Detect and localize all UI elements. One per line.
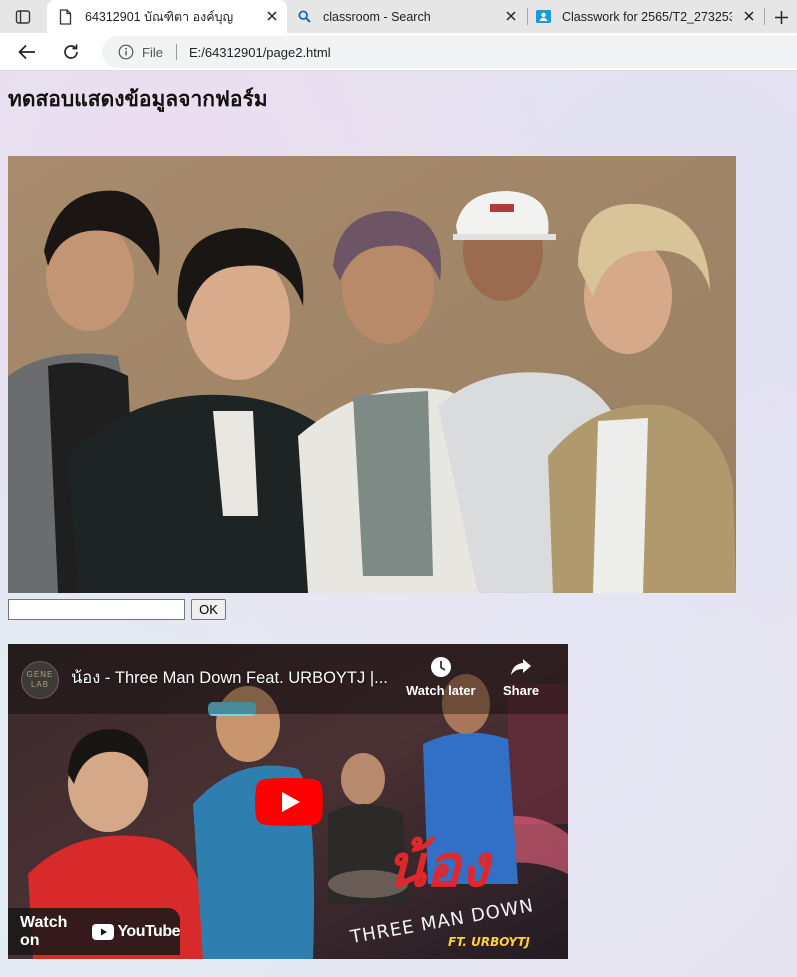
sidebar-toggle-icon[interactable]: [12, 6, 34, 28]
youtube-play-icon: [92, 923, 115, 940]
clock-icon: [430, 657, 451, 677]
tab-title: 64312901 บัณฑิตา องค์บุญ: [85, 9, 234, 24]
tab-title: classroom - Search: [323, 9, 431, 24]
text-input[interactable]: [8, 599, 185, 620]
close-tab-icon[interactable]: [742, 9, 756, 23]
browser-toolbar: File E:/64312901/page2.html: [0, 33, 797, 71]
share-label: Share: [503, 683, 540, 698]
channel-logo-line1: GENE: [26, 670, 54, 679]
page-content: ทดสอบแสดงข้อมูลจากฟอร์ม OK น้อง THREE MA…: [0, 71, 797, 977]
new-tab-icon[interactable]: [770, 6, 792, 28]
url-text[interactable]: E:/64312901/page2.html: [189, 45, 331, 60]
share-button[interactable]: Share: [503, 656, 539, 698]
close-tab-icon[interactable]: [265, 9, 279, 23]
watch-on-youtube-button[interactable]: Watch on YouTube: [8, 908, 180, 955]
tab-separator: [764, 8, 765, 25]
band-photo: [8, 156, 736, 593]
close-tab-icon[interactable]: [504, 9, 518, 23]
play-icon: [255, 778, 323, 826]
share-arrow-icon: [511, 659, 532, 675]
play-button[interactable]: [255, 778, 323, 826]
channel-logo[interactable]: GENE LAB: [21, 661, 59, 699]
youtube-logo: YouTube: [92, 923, 180, 941]
watch-later-label: Watch later: [406, 683, 476, 698]
channel-logo-line2: LAB: [30, 680, 50, 689]
document-icon: [59, 8, 75, 25]
page-heading: ทดสอบแสดงข้อมูลจากฟอร์ม: [8, 87, 268, 111]
tab-page2[interactable]: 64312901 บัณฑิตา องค์บุญ: [47, 0, 287, 33]
refresh-icon[interactable]: [59, 40, 83, 64]
scheme-label: File: [142, 44, 163, 60]
watch-later-button[interactable]: Watch later: [406, 656, 476, 698]
ok-button[interactable]: OK: [191, 599, 226, 620]
info-icon[interactable]: [118, 44, 134, 60]
tab-title: Classwork for 2565/T2_273253_Ir: [562, 9, 732, 24]
youtube-label: YouTube: [117, 922, 180, 940]
thumb-feat-art: FT. URBOYTJ: [448, 935, 530, 949]
tab-classroom-search[interactable]: classroom - Search: [288, 0, 526, 33]
youtube-embed[interactable]: น้อง THREE MAN DOWN FT. URBOYTJ GENE LAB…: [8, 644, 568, 959]
address-bar[interactable]: File E:/64312901/page2.html: [102, 36, 797, 68]
classroom-icon: [536, 9, 552, 24]
tab-classwork[interactable]: Classwork for 2565/T2_273253_Ir: [528, 0, 764, 33]
tab-strip: 64312901 บัณฑิตา องค์บุญ classroom - Sea…: [0, 0, 797, 33]
back-arrow-icon[interactable]: [15, 40, 39, 64]
address-divider: [175, 44, 177, 60]
thumb-title-art: น้อง: [386, 832, 493, 900]
video-title[interactable]: น้อง - Three Man Down Feat. URBOYTJ |...: [71, 665, 388, 691]
watch-on-label: Watch on: [20, 913, 68, 949]
search-icon: [298, 10, 314, 23]
